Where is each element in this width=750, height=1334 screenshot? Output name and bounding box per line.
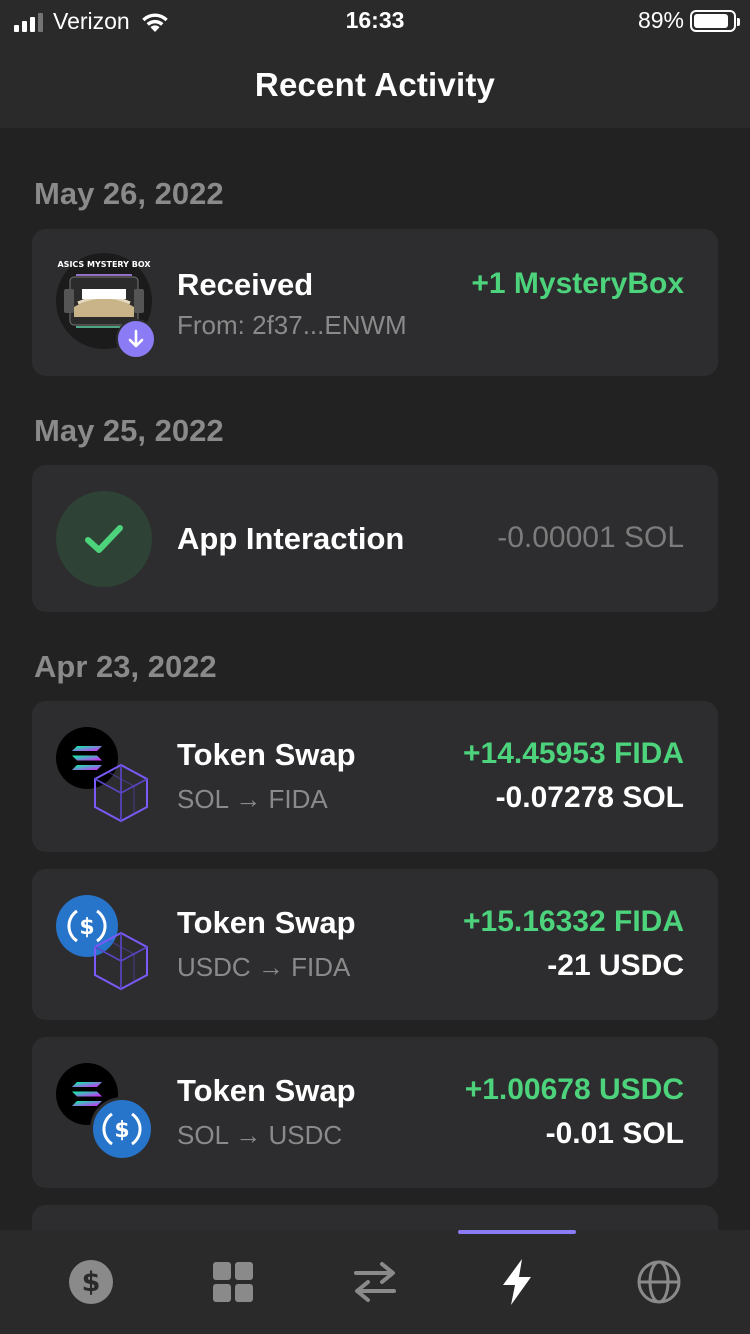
battery-icon bbox=[690, 9, 740, 32]
activity-item-token-swap[interactable]: $ Token Swap SOL → USDC +1.00678 USDC -0… bbox=[32, 1037, 718, 1188]
globe-icon bbox=[637, 1260, 681, 1304]
activity-item-partial[interactable] bbox=[32, 1205, 718, 1230]
activity-subtitle: SOL → FIDA bbox=[177, 784, 328, 814]
activity-item-app-interaction[interactable]: App Interaction -0.00001 SOL bbox=[32, 465, 718, 612]
activity-subtitle: SOL → USDC bbox=[177, 1120, 343, 1150]
activity-title: Token Swap bbox=[177, 737, 356, 772]
active-tab-indicator bbox=[458, 1230, 576, 1234]
activity-title: App Interaction bbox=[177, 521, 405, 556]
activity-amount-sent: -0.07278 SOL bbox=[495, 781, 684, 814]
arrow-down-icon bbox=[116, 319, 156, 359]
swap-pair-icon: $ bbox=[56, 1063, 156, 1163]
page-title: Recent Activity bbox=[254, 66, 496, 103]
swap-pair-icon bbox=[56, 727, 152, 825]
activity-amount-sent: -0.01 SOL bbox=[545, 1117, 684, 1150]
date-header: May 26, 2022 bbox=[34, 176, 224, 211]
tab-wallet[interactable]: $ bbox=[65, 1256, 117, 1308]
activity-amount: +1 MysteryBox bbox=[471, 267, 684, 300]
activity-subtitle: From: 2f37...ENWM bbox=[177, 310, 407, 340]
fida-icon bbox=[94, 931, 148, 991]
activity-title: Token Swap bbox=[177, 1073, 356, 1108]
grid-icon bbox=[213, 1262, 253, 1302]
tab-browser[interactable] bbox=[633, 1256, 685, 1308]
status-bar: Verizon 16:33 89% bbox=[0, 0, 750, 42]
dollar-icon: $ bbox=[69, 1260, 113, 1304]
activity-amount-received: +15.16332 FIDA bbox=[463, 905, 684, 938]
date-header: May 25, 2022 bbox=[34, 413, 224, 448]
swap-arrows-icon bbox=[354, 1262, 396, 1302]
lightning-icon bbox=[503, 1259, 531, 1305]
battery-percentage: 89% bbox=[637, 7, 684, 33]
activity-item-token-swap[interactable]: $ Token Swap USDC → FIDA +15.16332 FIDA … bbox=[32, 869, 718, 1020]
checkmark-icon bbox=[56, 491, 152, 587]
activity-title: Received bbox=[177, 267, 314, 302]
tab-activity[interactable] bbox=[491, 1256, 543, 1308]
nft-label: ASICS MYSTERY BOX bbox=[57, 260, 151, 269]
activity-title: Token Swap bbox=[177, 905, 356, 940]
nft-thumbnail: ASICS MYSTERY BOX bbox=[56, 253, 158, 359]
battery-fill bbox=[694, 13, 728, 28]
status-right: 89% bbox=[637, 7, 740, 34]
activity-amount: -0.00001 SOL bbox=[497, 521, 684, 554]
tab-bar: $ bbox=[0, 1230, 750, 1334]
svg-text:$: $ bbox=[82, 1267, 101, 1298]
activity-item-received[interactable]: ASICS MYSTERY BOX Received From: 2f37...… bbox=[32, 229, 718, 376]
swap-pair-icon: $ bbox=[56, 895, 152, 993]
svg-text:$: $ bbox=[114, 1118, 129, 1143]
activity-amount-received: +1.00678 USDC bbox=[464, 1073, 684, 1106]
date-header: Apr 23, 2022 bbox=[34, 649, 217, 684]
page-header: Recent Activity bbox=[0, 42, 750, 128]
activity-list[interactable]: May 26, 2022 ASICS MYSTERY BOX Received … bbox=[0, 128, 750, 1230]
usdc-icon: $ bbox=[90, 1097, 154, 1161]
activity-amount-sent: -21 USDC bbox=[547, 949, 684, 982]
fida-icon bbox=[94, 763, 148, 823]
tab-swap[interactable] bbox=[349, 1256, 401, 1308]
tab-collectibles[interactable] bbox=[207, 1256, 259, 1308]
activity-subtitle: USDC → FIDA bbox=[177, 952, 351, 982]
activity-amount-received: +14.45953 FIDA bbox=[463, 737, 684, 770]
activity-item-token-swap[interactable]: Token Swap SOL → FIDA +14.45953 FIDA -0.… bbox=[32, 701, 718, 852]
